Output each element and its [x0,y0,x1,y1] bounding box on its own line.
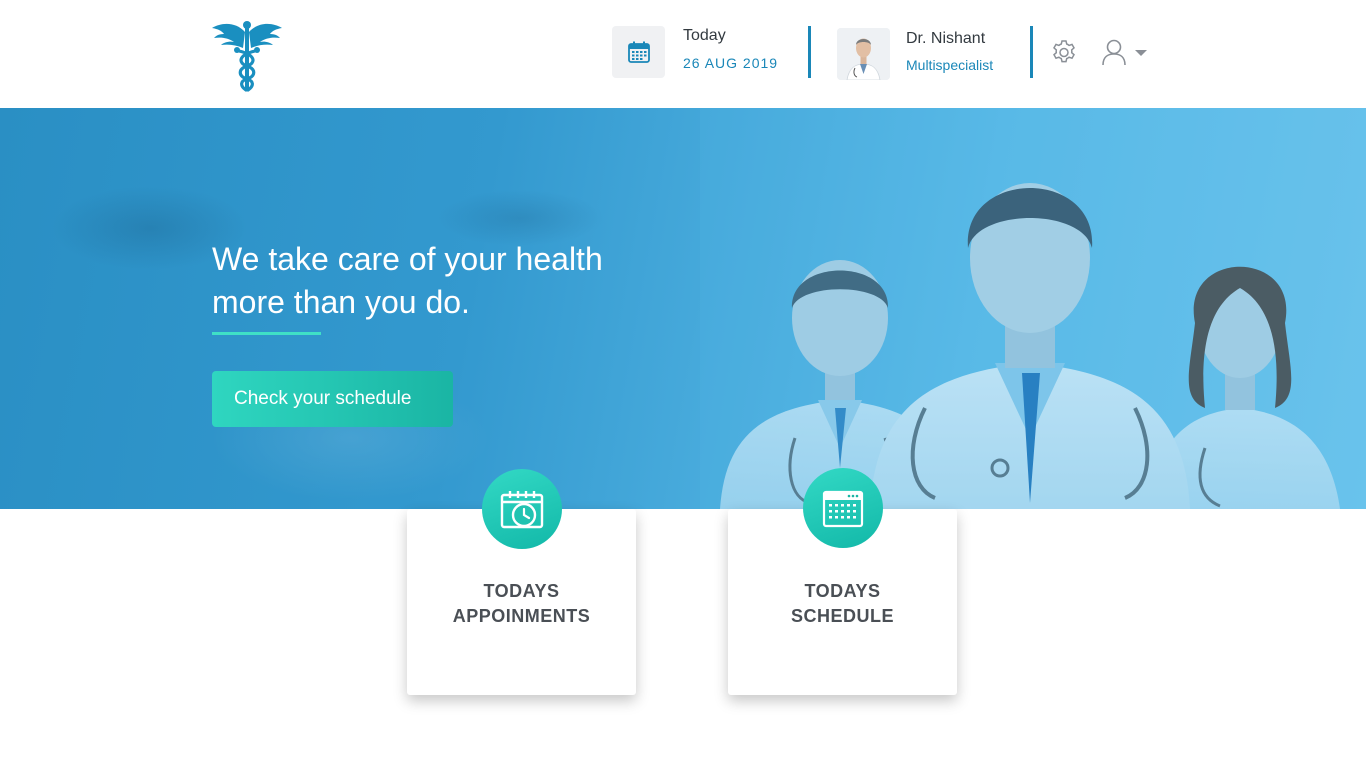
caduceus-logo[interactable] [212,18,282,92]
top-header: Today 26 AUG 2019 Dr. Nishant Multispeci… [0,0,1366,108]
user-menu[interactable] [1100,36,1150,68]
hero-headline-line1: We take care of your health [212,241,603,277]
card-title-line1: TODAYS [483,581,560,601]
calendar-grid-icon [803,468,883,548]
card-title-line2: APPOINMENTS [452,606,591,626]
card-title-line2: SCHEDULE [790,606,894,626]
card-title: TODAYS APPOINMENTS [407,579,636,629]
headline-underline [212,332,321,335]
calendar-clock-icon [482,469,562,549]
hero-headline-line2: more than you do. [212,284,470,320]
avatar[interactable] [837,28,890,80]
calendar-icon [612,26,665,78]
card-title-line1: TODAYS [804,581,881,601]
user-icon [1102,39,1126,66]
card-title: TODAYS SCHEDULE [728,579,957,629]
doctor-name: Dr. Nishant [906,30,986,47]
chevron-down-icon [1135,50,1147,56]
date-value: 26 AUG 2019 [683,55,779,71]
hero-headline: We take care of your health more than yo… [212,238,692,324]
date-label: Today [683,27,726,44]
header-divider [1030,26,1033,78]
header-divider [808,26,811,78]
doctors-image [700,108,1366,509]
doctor-role: Multispecialist [906,57,994,73]
check-schedule-button[interactable]: Check your schedule [212,371,453,427]
gear-icon[interactable] [1050,38,1078,66]
